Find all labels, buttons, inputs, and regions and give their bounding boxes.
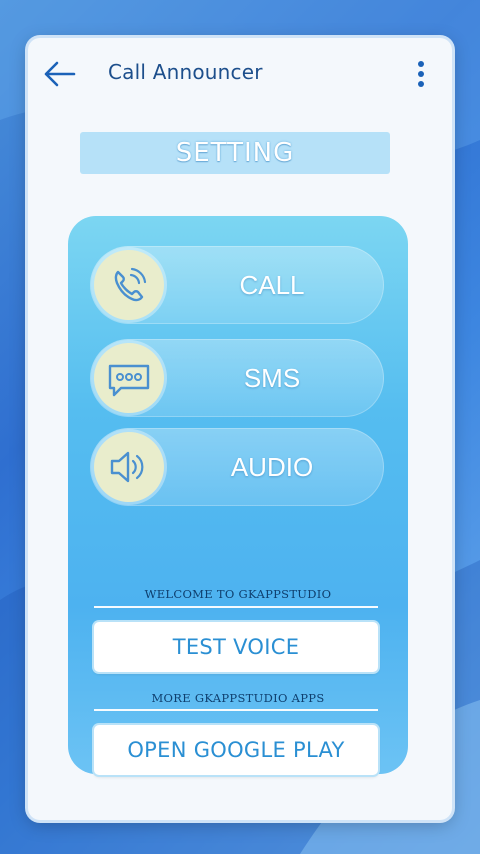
divider [94, 606, 378, 608]
speaker-icon [110, 451, 144, 483]
main-card: Call Announcer SETTING CALL SMS AUDIO WE… [28, 38, 452, 820]
settings-panel: CALL SMS AUDIO WELCOME TO GKAPPSTUDIO TE… [68, 216, 408, 775]
setting-banner: SETTING [80, 132, 390, 174]
audio-label: AUDIO [230, 452, 314, 482]
app-bar: Call Announcer [28, 38, 452, 114]
audio-setting-button[interactable]: AUDIO [90, 428, 384, 506]
test-voice-button[interactable]: TEST VOICE [94, 622, 378, 672]
app-title: Call Announcer [108, 60, 263, 84]
more-apps-caption: MORE GKAPPSTUDIO APPS [151, 691, 325, 705]
back-arrow-icon [44, 61, 76, 87]
divider [94, 709, 378, 711]
more-vert-icon [418, 61, 424, 67]
more-options-button[interactable] [412, 58, 430, 92]
welcome-caption: WELCOME TO GKAPPSTUDIO [144, 587, 332, 601]
phone-ringing-icon [114, 267, 147, 302]
call-setting-button[interactable]: CALL [90, 246, 384, 324]
sms-label: SMS [243, 363, 301, 393]
back-button[interactable] [42, 58, 78, 90]
chat-bubble-icon [108, 364, 150, 397]
open-google-play-button[interactable]: OPEN GOOGLE PLAY [94, 725, 378, 775]
sms-setting-button[interactable]: SMS [90, 339, 384, 417]
call-label: CALL [239, 270, 305, 300]
